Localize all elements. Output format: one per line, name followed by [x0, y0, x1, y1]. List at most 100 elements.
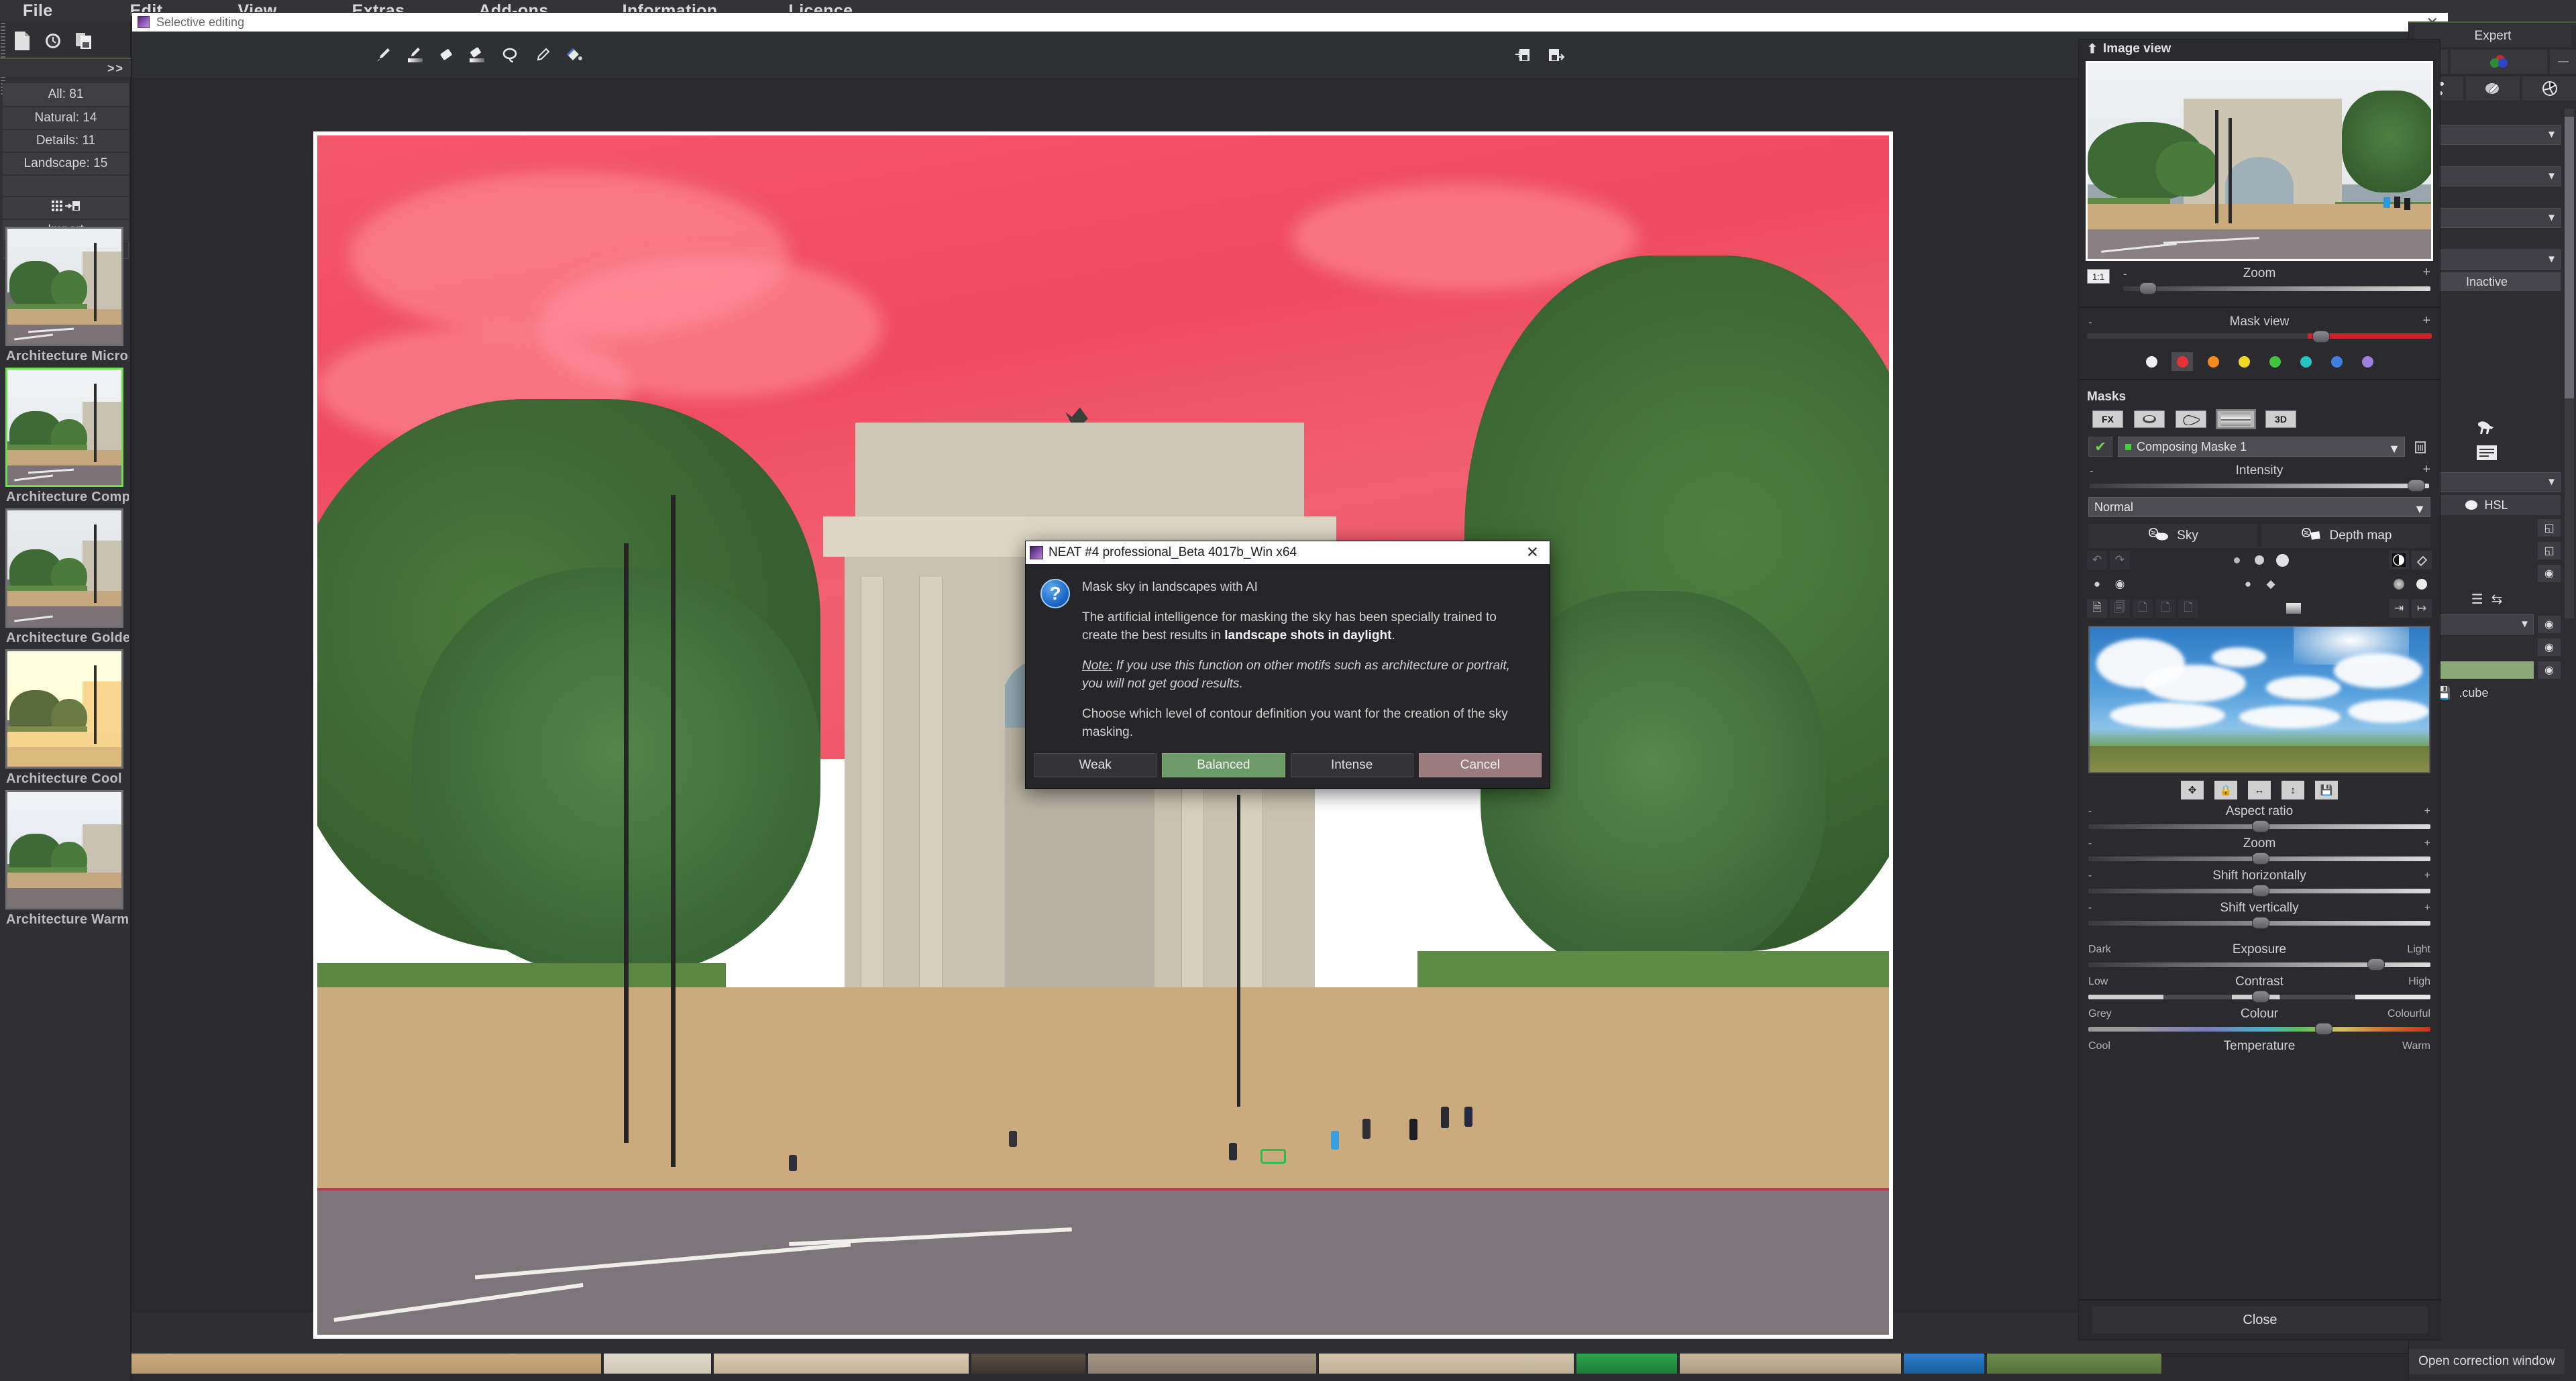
expert-scrollbar[interactable]	[2565, 109, 2574, 618]
shift-v-max[interactable]: +	[2424, 902, 2430, 914]
levels-icon[interactable]: ☰	[2471, 591, 2483, 608]
zoom-sky-max[interactable]: +	[2424, 838, 2430, 850]
pipette-tool[interactable]	[528, 42, 557, 68]
brush-tool[interactable]	[368, 42, 398, 68]
fit-height-icon[interactable]: ↕	[2282, 781, 2304, 799]
load-icon[interactable]: 🗎	[2087, 599, 2107, 618]
paste-c-icon[interactable]: 🗋	[2178, 599, 2198, 618]
category-details[interactable]: Details: 11	[3, 130, 129, 152]
mask-enabled-checkbox[interactable]: ✔	[2088, 437, 2112, 457]
eye-icon[interactable]: ◉	[2538, 661, 2561, 679]
preset-item[interactable]: Architecture Warm	[3, 790, 129, 930]
filmstrip-thumb[interactable]	[714, 1354, 969, 1374]
copy-icon[interactable]: 🗐	[2110, 599, 2130, 618]
save-sky-icon[interactable]: 💾	[2315, 781, 2338, 799]
close-button[interactable]: Close	[2092, 1307, 2428, 1333]
zoom-slider-track[interactable]	[2123, 286, 2430, 291]
weak-button[interactable]: Weak	[1034, 753, 1157, 777]
grow-icon[interactable]: ◆	[2261, 575, 2281, 594]
category-all[interactable]: All: 81	[3, 83, 129, 106]
save-mask-icon[interactable]	[1541, 42, 1570, 68]
chevron-down-icon[interactable]: ▼	[2546, 170, 2557, 182]
gradient-brush-tool[interactable]	[400, 42, 430, 68]
contrast-handle[interactable]	[2252, 991, 2269, 1003]
open-correction-window-button[interactable]: Open correction window	[2409, 1349, 2565, 1374]
history-icon[interactable]	[38, 27, 68, 55]
zoom-minus[interactable]: -	[2123, 268, 2127, 281]
intensity-track[interactable]	[2090, 484, 2429, 488]
mask-colour-purple[interactable]	[2357, 352, 2378, 371]
mask-view-handle[interactable]	[2312, 331, 2330, 343]
paste-b-icon[interactable]: 🗋	[2155, 599, 2176, 618]
trash-icon[interactable]	[2410, 437, 2430, 457]
mask-colour-white[interactable]	[2141, 352, 2162, 371]
brush-size-medium-icon[interactable]	[2249, 551, 2269, 569]
intensity-handle[interactable]	[2408, 480, 2425, 492]
new-document-icon[interactable]	[7, 27, 38, 55]
dialog-close-icon[interactable]: ✕	[1526, 543, 1539, 561]
save-preset-button[interactable]	[3, 197, 129, 219]
aperture-icon[interactable]	[2522, 76, 2576, 101]
intense-button[interactable]: Intense	[1291, 753, 1413, 777]
fill-tool[interactable]	[559, 42, 588, 68]
eraser-tool[interactable]	[431, 42, 461, 68]
eraser-mask-icon[interactable]	[2412, 551, 2432, 569]
shift-h-min[interactable]: -	[2088, 870, 2092, 882]
import-mask-icon[interactable]: ⇥	[2389, 599, 2409, 618]
expand-presets-button[interactable]: >>	[0, 60, 131, 77]
collapse-button[interactable]: —	[2550, 50, 2576, 74]
cube-a-icon[interactable]: ◱	[2538, 519, 2561, 537]
intensity-minus[interactable]: -	[2090, 465, 2094, 478]
mask-colour-cyan[interactable]	[2295, 352, 2316, 371]
hard-edge-icon[interactable]	[2412, 575, 2432, 594]
filmstrip-thumb[interactable]	[1987, 1354, 2161, 1374]
menu-item-file[interactable]: File	[16, 1, 60, 21]
category-natural[interactable]: Natural: 14	[3, 107, 129, 129]
chevron-down-icon[interactable]: ▼	[2520, 618, 2530, 630]
exposure-handle[interactable]	[2367, 958, 2385, 971]
preset-item[interactable]: Architecture Cool	[3, 649, 129, 789]
category-landscape[interactable]: Landscape: 15	[3, 153, 129, 174]
zoom-sky-handle[interactable]	[2252, 852, 2269, 865]
preset-item[interactable]: Architecture Micro-details	[3, 227, 129, 366]
filmstrip-thumb[interactable]	[131, 1354, 601, 1374]
ai-sky-button[interactable]: Sky	[2088, 524, 2257, 548]
brush-size-large-icon[interactable]	[2272, 551, 2292, 569]
filmstrip-thumb[interactable]	[1680, 1354, 1901, 1374]
swap-icon[interactable]: ⇆	[2491, 591, 2503, 608]
filmstrip-thumb[interactable]	[971, 1354, 1085, 1374]
chevron-down-icon[interactable]: ▼	[2546, 212, 2557, 223]
chevron-down-icon[interactable]: ▼	[2546, 129, 2557, 140]
mask-colour-blue[interactable]	[2326, 352, 2347, 371]
mask-colour-green[interactable]	[2264, 352, 2286, 371]
lock-aspect-icon[interactable]: 🔒	[2214, 781, 2237, 799]
soft-edge-icon[interactable]	[2389, 575, 2409, 594]
invert-mask-icon[interactable]	[2389, 551, 2409, 569]
rgb-channels-button[interactable]	[2451, 50, 2547, 74]
mask-colour-orange[interactable]	[2202, 352, 2224, 371]
retouch-brush-icon[interactable]	[2466, 76, 2520, 101]
aspect-ratio-handle[interactable]	[2252, 820, 2269, 832]
fit-icon[interactable]: ✥	[2181, 781, 2204, 799]
filmstrip-thumb[interactable]	[1904, 1354, 1984, 1374]
zoom-sky-min[interactable]: -	[2088, 838, 2092, 850]
filmstrip-thumb[interactable]	[1319, 1354, 1574, 1374]
preset-thumbnail[interactable]	[5, 227, 123, 346]
mask-view-minus[interactable]: -	[2088, 316, 2092, 329]
preset-item[interactable]: Architecture Golden sun	[3, 508, 129, 648]
mask-colour-yellow[interactable]	[2233, 352, 2255, 371]
filmstrip-thumb[interactable]	[1576, 1354, 1677, 1374]
colour-track[interactable]	[2088, 1027, 2430, 1032]
mask-view-track[interactable]	[2087, 333, 2432, 339]
contract-icon[interactable]: ●	[2087, 575, 2107, 594]
chevron-up-icon[interactable]: ⬆	[2087, 42, 2098, 57]
mask-view-plus[interactable]: +	[2422, 313, 2430, 329]
paste-a-icon[interactable]: 🗋	[2133, 599, 2153, 618]
balanced-button[interactable]: Balanced	[1162, 753, 1285, 777]
mask-colour-red[interactable]	[2171, 352, 2193, 371]
chevron-down-icon[interactable]: ▼	[2546, 254, 2557, 265]
ai-depth-map-button[interactable]: Depth map	[2261, 524, 2430, 548]
preset-thumbnail-list[interactable]: Architecture Micro-details Architecture …	[3, 227, 129, 1381]
shift-v-min[interactable]: -	[2088, 902, 2092, 914]
aspect-ratio-max[interactable]: +	[2424, 806, 2430, 818]
